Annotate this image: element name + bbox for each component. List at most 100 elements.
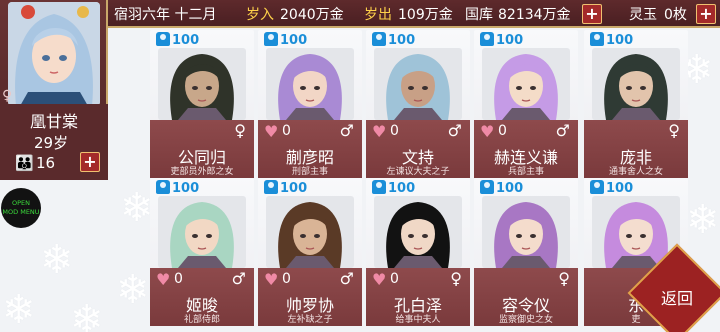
favor-indicator: 100	[156, 32, 199, 48]
treasury-label: 国库	[465, 7, 493, 23]
gender-icon: ♂	[339, 269, 354, 288]
favor-icon	[264, 180, 278, 194]
favor-icon	[480, 32, 494, 46]
favor-value: 100	[496, 33, 524, 48]
candidate-card[interactable]: 100 ♥ 0 ♀ 孔白泽 给事中夫人	[366, 178, 470, 326]
candidate-title: 给事中夫人	[395, 315, 441, 325]
protagonist-portrait	[8, 2, 100, 106]
candidate-card[interactable]: 100 ♀ 庞非 通事舍人之女	[584, 30, 688, 178]
snowflake-decoration: ❄	[120, 185, 154, 231]
candidate-card[interactable]: 100 ♀ 公同归 吏部员外郎之女	[150, 30, 254, 178]
candidate-title: 刑部主事	[291, 167, 328, 177]
favor-icon	[590, 32, 604, 46]
candidate-title: 监察御史之女	[498, 315, 553, 325]
favor-value: 100	[388, 33, 416, 48]
heart-count: 0	[390, 271, 399, 287]
heart-count: 0	[282, 123, 291, 139]
candidate-card[interactable]: 100 ♥ 0 ♂ 姬晙 礼部侍郎	[150, 178, 254, 326]
candidate-nameplate: ♥ 0 ♀ 孔白泽 给事中夫人	[366, 268, 470, 326]
gender-icon: ♂	[555, 121, 570, 140]
snowflake-decoration: ❄	[2, 287, 36, 332]
favor-indicator: 100	[480, 180, 523, 196]
protagonist-name: 凰甘棠	[29, 112, 78, 131]
expense-label: 岁出	[364, 7, 392, 23]
candidate-nameplate: ♥ 0 ♂ 赫连义谦 兵部主事	[474, 120, 578, 178]
gender-icon: ♀	[234, 121, 246, 140]
jade-label: 灵玉	[629, 7, 657, 23]
candidate-nameplate: ♥ 0 ♂ 蒯彦昭 刑部主事	[258, 120, 362, 178]
favor-icon	[590, 180, 604, 194]
snowflake-decoration: ❄	[40, 237, 74, 283]
favor-icon	[372, 32, 386, 46]
candidate-portrait	[374, 196, 462, 268]
gender-icon: ♀	[450, 269, 462, 288]
candidate-nameplate: ♥ 0 ♂ 文持 左谏议大夫之子	[366, 120, 470, 178]
favor-value: 100	[388, 181, 416, 196]
heart-count: 0	[390, 123, 399, 139]
candidate-portrait	[158, 48, 246, 120]
protagonist-info: 凰甘棠 29岁 👪 16 +	[0, 104, 108, 180]
favor-value: 100	[606, 33, 634, 48]
candidate-nameplate: ♥ 0 ♂ 帅罗协 左补缺之子	[258, 268, 362, 326]
date-label: 宿羽六年 十二月	[114, 7, 217, 23]
candidate-nameplate: ♥ 0 ♂ 姬晙 礼部侍郎	[150, 268, 254, 326]
heart-count: 0	[174, 271, 183, 287]
favor-indicator: 100	[264, 32, 307, 48]
heart-count: 0	[282, 271, 291, 287]
favor-indicator: 100	[264, 180, 307, 196]
back-button-label[interactable]: 返回	[652, 285, 702, 309]
candidate-card[interactable]: 100 ♥ 0 ♂ 文持 左谏议大夫之子	[366, 30, 470, 178]
candidate-title: 兵部主事	[507, 167, 544, 177]
candidate-card[interactable]: 100 ♥ 0 ♂ 蒯彦昭 刑部主事	[258, 30, 362, 178]
favor-icon	[480, 180, 494, 194]
heart-icon: ♥	[372, 270, 387, 289]
candidate-portrait	[482, 196, 570, 268]
candidate-portrait	[592, 48, 680, 120]
favor-icon	[372, 180, 386, 194]
female-icon: ♀	[2, 88, 13, 104]
heart-count: 0	[498, 123, 507, 139]
heart-icon: ♥	[264, 122, 279, 141]
protagonist-age: 29岁	[34, 134, 69, 152]
jade-value: 0枚	[664, 7, 687, 23]
gender-icon: ♀	[668, 121, 680, 140]
family-add-button[interactable]: +	[80, 152, 100, 172]
favor-value: 100	[606, 181, 634, 196]
heart-icon: ♥	[480, 122, 495, 141]
favor-icon	[156, 180, 170, 194]
snowflake-decoration: ❄	[70, 297, 104, 332]
candidate-nameplate: ♀ 庞非 通事舍人之女	[584, 120, 688, 178]
mod-menu-line1: OPEN	[11, 199, 30, 207]
candidate-nameplate: ♀ 容令仪 监察御史之女	[474, 268, 578, 326]
gender-icon: ♀	[558, 269, 570, 288]
candidate-nameplate: ♀ 公同归 吏部员外郎之女	[150, 120, 254, 178]
treasury-add-button[interactable]: +	[582, 4, 602, 24]
protagonist-panel[interactable]: 凰甘棠 29岁 👪 16 + ♀	[0, 0, 108, 180]
candidate-title: 通事舍人之女	[608, 167, 663, 177]
candidate-card[interactable]: 100 ♀ 容令仪 监察御史之女	[474, 178, 578, 326]
snowflake-decoration: ❄	[686, 197, 720, 243]
jade-add-button[interactable]: +	[696, 4, 716, 24]
candidate-portrait	[158, 196, 246, 268]
gender-icon: ♂	[231, 269, 246, 288]
favor-indicator: 100	[590, 32, 633, 48]
favor-value: 100	[280, 33, 308, 48]
favor-value: 100	[496, 181, 524, 196]
expense-value: 109万金	[398, 7, 453, 23]
treasury-value: 82134万金	[498, 7, 571, 23]
candidate-title: 礼部侍郎	[183, 315, 220, 325]
favor-value: 100	[172, 181, 200, 196]
candidate-card[interactable]: 100 ♥ 0 ♂ 赫连义谦 兵部主事	[474, 30, 578, 178]
gender-icon: ♂	[447, 121, 462, 140]
favor-indicator: 100	[156, 180, 199, 196]
income-value: 2040万金	[280, 7, 344, 23]
candidate-title: 左补缺之子	[287, 315, 333, 325]
favor-indicator: 100	[480, 32, 523, 48]
candidate-portrait	[266, 196, 354, 268]
candidate-portrait	[374, 48, 462, 120]
candidate-title: 左谏议大夫之子	[386, 167, 450, 177]
candidate-card[interactable]: 100 ♥ 0 ♂ 帅罗协 左补缺之子	[258, 178, 362, 326]
mod-menu-button[interactable]: OPEN MOD MENU	[1, 188, 41, 228]
mod-menu-line2: MOD MENU	[2, 208, 40, 216]
favor-icon	[264, 32, 278, 46]
